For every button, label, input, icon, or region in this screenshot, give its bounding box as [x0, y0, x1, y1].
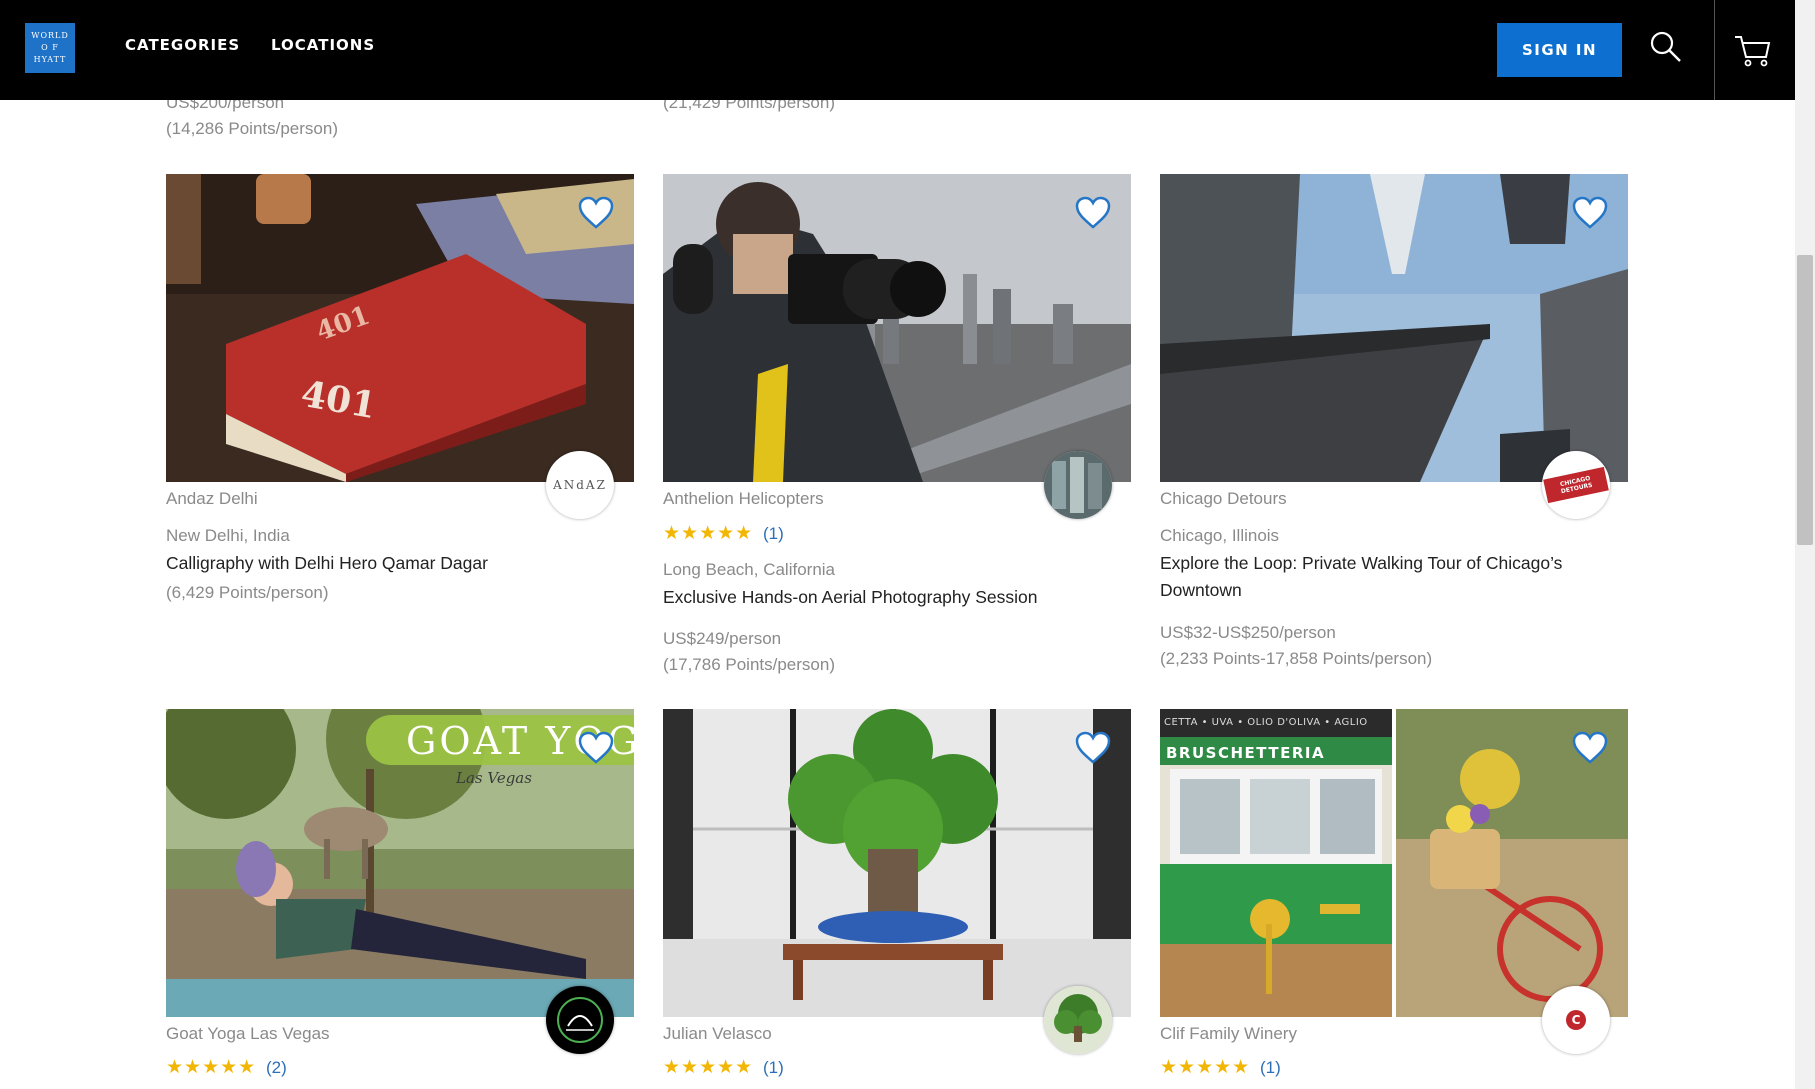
logo-line-1: WORLD [31, 31, 69, 40]
vendor-badge-chicago-detours: CHICAGO DETOURS [1542, 451, 1610, 519]
rating-count[interactable]: (2) [266, 1058, 287, 1078]
vendor-badge-goat-yoga [546, 986, 614, 1054]
star-rating-icon: ★★★★★ [1160, 1056, 1251, 1078]
card-image-bonsai[interactable] [663, 709, 1131, 1017]
card-image-clif-family-winery[interactable]: BRUSCHETTERIA CETTA • UVA • OLIO D'OLIVA… [1160, 709, 1628, 1017]
card-title[interactable]: Calligraphy with Delhi Hero Qamar Dagar [166, 553, 488, 574]
bruschetteria-sign-text: BRUSCHETTERIA [1166, 744, 1326, 762]
vendor-badge-andaz: ANdAZ [546, 451, 614, 519]
card-image-chicago-loop[interactable] [1160, 174, 1628, 482]
card-image-goat-yoga[interactable]: GOAT YOGA Las Vegas [166, 709, 634, 1017]
favorite-heart-icon[interactable] [1075, 196, 1111, 230]
card-price: US$32-US$250/person [1160, 623, 1336, 642]
card-vendor[interactable]: Goat Yoga Las Vegas [166, 1024, 330, 1044]
cart-icon[interactable] [1734, 34, 1772, 72]
favorite-heart-icon[interactable] [1075, 731, 1111, 765]
scrollbar-thumb[interactable] [1797, 255, 1813, 545]
card-points: (17,786 Points/person) [663, 655, 835, 674]
card-vendor[interactable]: Julian Velasco [663, 1024, 772, 1044]
card-title[interactable]: Exclusive Hands-on Aerial Photography Se… [663, 587, 1038, 608]
badge-text-chicago-detours: CHICAGO DETOURS [1543, 466, 1609, 504]
card-points: (6,429 Points/person) [166, 583, 329, 602]
card-image-aerial-photography[interactable] [663, 174, 1131, 482]
card-vendor[interactable]: Chicago Detours [1160, 489, 1287, 509]
vendor-badge-anthelion [1044, 451, 1112, 519]
site-header: WORLD O F HYATT CATEGORIES LOCATIONS SIG… [0, 0, 1795, 100]
goat-yoga-sign-subtext: Las Vegas [456, 769, 532, 787]
awning-top-text: CETTA • UVA • OLIO D'OLIVA • AGLIO [1164, 717, 1368, 728]
card-vendor[interactable]: Clif Family Winery [1160, 1024, 1297, 1044]
rating-count[interactable]: (1) [763, 1058, 784, 1078]
card-image-calligraphy[interactable]: 401 401 [166, 174, 634, 482]
card-price: US$249/person [663, 629, 782, 648]
image-divider [1392, 709, 1396, 1017]
prev-card-points: (14,286 Points/person) [166, 119, 338, 138]
favorite-heart-icon[interactable] [578, 196, 614, 230]
vendor-badge-julian-velasco [1044, 986, 1112, 1054]
card-location: Chicago, Illinois [1160, 526, 1280, 545]
logo-line-2: O F [41, 43, 59, 52]
card-title-line-1[interactable]: Explore the Loop: Private Walking Tour o… [1160, 553, 1562, 574]
card-vendor[interactable]: Andaz Delhi [166, 489, 258, 509]
card-location: New Delhi, India [166, 526, 290, 545]
vendor-badge-clif-family: C [1542, 986, 1610, 1054]
search-icon[interactable] [1649, 30, 1683, 68]
rating-count[interactable]: (1) [1260, 1058, 1281, 1078]
logo-line-3: HYATT [33, 55, 67, 64]
star-rating-icon: ★★★★★ [663, 1056, 754, 1078]
favorite-heart-icon[interactable] [1572, 731, 1608, 765]
favorite-heart-icon[interactable] [1572, 196, 1608, 230]
nav-categories[interactable]: CATEGORIES [125, 36, 240, 54]
star-rating-icon: ★★★★★ [663, 522, 754, 544]
rating-count[interactable]: (1) [763, 524, 784, 544]
card-location: Long Beach, California [663, 560, 836, 579]
star-rating-icon: ★★★★★ [166, 1056, 257, 1078]
card-points: (2,233 Points-17,858 Points/person) [1160, 649, 1433, 668]
badge-text-andaz: ANdAZ [553, 478, 607, 492]
header-divider [1714, 0, 1715, 100]
nav-locations[interactable]: LOCATIONS [271, 36, 375, 54]
card-vendor[interactable]: Anthelion Helicopters [663, 489, 824, 509]
favorite-heart-icon[interactable] [578, 731, 614, 765]
card-title-line-2[interactable]: Downtown [1160, 580, 1242, 601]
badge-text-clif: C [1566, 1010, 1586, 1030]
sign-in-button[interactable]: SIGN IN [1497, 23, 1622, 77]
world-of-hyatt-logo[interactable]: WORLD O F HYATT [25, 23, 75, 73]
